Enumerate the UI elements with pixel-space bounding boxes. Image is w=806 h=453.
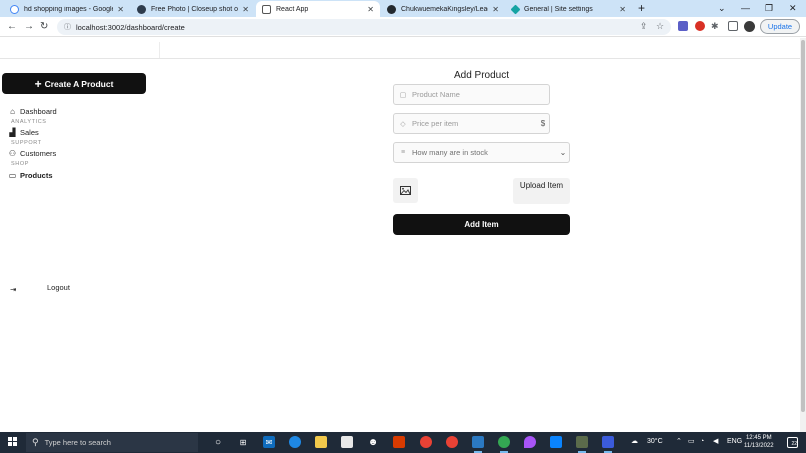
new-tab-button[interactable]: + [638, 2, 645, 15]
edge-icon[interactable] [289, 436, 301, 448]
avatar[interactable] [744, 21, 755, 32]
puzzle-extensions-icon[interactable]: ✱ [711, 21, 719, 32]
folder-icon: ▭ [8, 171, 17, 180]
tab-close-icon[interactable]: ✕ [367, 5, 374, 14]
tab-close-icon[interactable]: ✕ [619, 5, 626, 14]
browser-tab[interactable]: hd shopping images - Google Se ✕ [4, 1, 130, 17]
windows-taskbar: ⚲ Type here to search ○ ⊞ ✉ ☻ ☁ 30°C ⌃ ▭… [0, 432, 806, 453]
back-arrow-icon[interactable]: ← [7, 20, 17, 34]
side-panel-icon[interactable] [728, 21, 738, 31]
update-button[interactable]: Update [760, 19, 800, 34]
add-item-button[interactable]: Add Item [393, 214, 570, 235]
chevron-up-icon[interactable]: ⌃ [676, 436, 682, 448]
section-label-analytics: ANALYTICS [11, 119, 47, 125]
tab-search-icon[interactable]: ⌄ [718, 1, 726, 15]
weather-icon[interactable]: ☁ [631, 436, 638, 448]
bar-chart-icon: ▟ [9, 128, 16, 137]
plus-icon: + [34, 76, 42, 91]
github-icon [387, 4, 396, 14]
store-icon[interactable] [341, 436, 353, 448]
image-icon [400, 186, 411, 195]
battery-icon[interactable]: ▭ [688, 436, 695, 448]
info-icon[interactable]: ⓘ [64, 22, 71, 32]
netlify-icon [510, 4, 521, 14]
header-border [0, 58, 800, 59]
price-input[interactable]: ◇ Price per item $ [393, 113, 550, 134]
tab-close-icon[interactable]: ✕ [492, 5, 499, 14]
freepik-icon [137, 4, 146, 14]
app-icon[interactable] [602, 436, 614, 453]
tag-icon: ◇ [400, 120, 406, 128]
restore-button[interactable]: ❐ [765, 1, 773, 15]
extension-icon[interactable] [678, 21, 688, 31]
chrome-icon[interactable] [446, 436, 458, 448]
chevron-down-icon: ⌄ [559, 148, 567, 157]
chrome-icon[interactable] [420, 436, 432, 448]
search-icon: ⚲ [32, 437, 39, 447]
dollar-icon: $ [540, 119, 546, 128]
header-divider [159, 42, 160, 58]
browser-toolbar: ← → ↻ ⓘ localhost:3002/dashboard/create … [0, 17, 806, 37]
section-label-support: SUPPORT [11, 140, 42, 146]
share-icon[interactable]: ⇪ [640, 21, 648, 32]
photos-icon[interactable] [550, 436, 562, 448]
react-icon [262, 4, 271, 14]
browser-tab-strip: hd shopping images - Google Se ✕ Free Ph… [0, 0, 806, 17]
app-icon[interactable] [576, 436, 588, 453]
sidebar-item-customers[interactable]: ⚇ Customers [8, 149, 56, 158]
clock-date: 11/13/2022 [744, 443, 774, 449]
bookmark-star-icon[interactable]: ☆ [656, 21, 664, 32]
browser-tab[interactable]: ChukwuemekaKingsley/Leading ✕ [381, 1, 505, 17]
app-page: + Create A Product ⌂ Dashboard ANALYTICS… [0, 38, 800, 432]
tab-close-icon[interactable]: ✕ [242, 5, 249, 14]
bag-icon: ▢ [399, 91, 407, 99]
vscode-icon[interactable] [472, 436, 484, 453]
product-name-input[interactable]: ▢ Product Name [393, 84, 550, 105]
list-icon: ≡ [400, 149, 406, 156]
upload-item-button[interactable]: Upload Item [513, 178, 570, 204]
chrome-active-icon[interactable] [498, 436, 510, 453]
mail-icon[interactable]: ✉ [263, 436, 275, 448]
reload-icon[interactable]: ↻ [40, 20, 48, 34]
google-icon [10, 4, 19, 14]
file-explorer-icon[interactable] [315, 436, 327, 448]
close-window-button[interactable]: ✕ [789, 1, 797, 15]
volume-icon[interactable]: ◀ [713, 436, 718, 448]
form-title: Add Product [453, 70, 510, 81]
cortana-icon[interactable]: ○ [212, 436, 224, 448]
extension-icon[interactable] [695, 21, 705, 31]
weather-temp[interactable]: 30°C [647, 436, 663, 448]
language-indicator[interactable]: ENG [727, 436, 742, 448]
taskbar-search-input[interactable]: ⚲ Type here to search [26, 433, 198, 452]
office-icon[interactable] [393, 436, 405, 448]
browser-tab[interactable]: General | Site settings ✕ [506, 1, 632, 17]
sidebar-item-products[interactable]: ▭ Products [8, 171, 53, 180]
browser-tab[interactable]: Free Photo | Closeup shot of two ✕ [131, 1, 255, 17]
home-icon: ⌂ [10, 107, 15, 116]
minimize-button[interactable]: — [741, 1, 750, 15]
task-view-icon[interactable]: ⊞ [237, 436, 249, 448]
logout-icon[interactable]: ⇥ [10, 285, 16, 294]
alien-app-icon[interactable]: ☻ [367, 436, 379, 448]
notification-icon[interactable]: 22 [787, 437, 798, 448]
users-icon: ⚇ [8, 149, 17, 158]
address-bar[interactable]: ⓘ localhost:3002/dashboard/create [57, 19, 671, 35]
network-icon[interactable]: ◔ [700, 436, 704, 448]
windows-start-icon[interactable] [8, 437, 18, 447]
sidebar-item-dashboard[interactable]: ⌂ Dashboard [8, 107, 57, 116]
create-product-button[interactable]: + Create A Product [2, 73, 146, 94]
logout-link[interactable]: Logout [47, 283, 70, 292]
stock-select[interactable]: ≡ How many are in stock ⌄ [393, 142, 570, 163]
page-scrollbar[interactable] [800, 38, 806, 432]
forward-arrow-icon[interactable]: → [24, 20, 34, 34]
taskbar-clock[interactable]: 12:45 PM 11/13/2022 [744, 434, 774, 450]
scrollbar-thumb[interactable] [801, 40, 805, 412]
image-preview [393, 178, 418, 203]
tab-close-icon[interactable]: ✕ [117, 5, 124, 14]
sidebar-item-sales[interactable]: ▟ Sales [8, 128, 38, 137]
clock-time: 12:45 PM [745, 435, 772, 441]
app-icon[interactable] [524, 436, 536, 448]
section-label-shop: SHOP [11, 161, 29, 167]
browser-tab-active[interactable]: React App ✕ [256, 1, 380, 17]
